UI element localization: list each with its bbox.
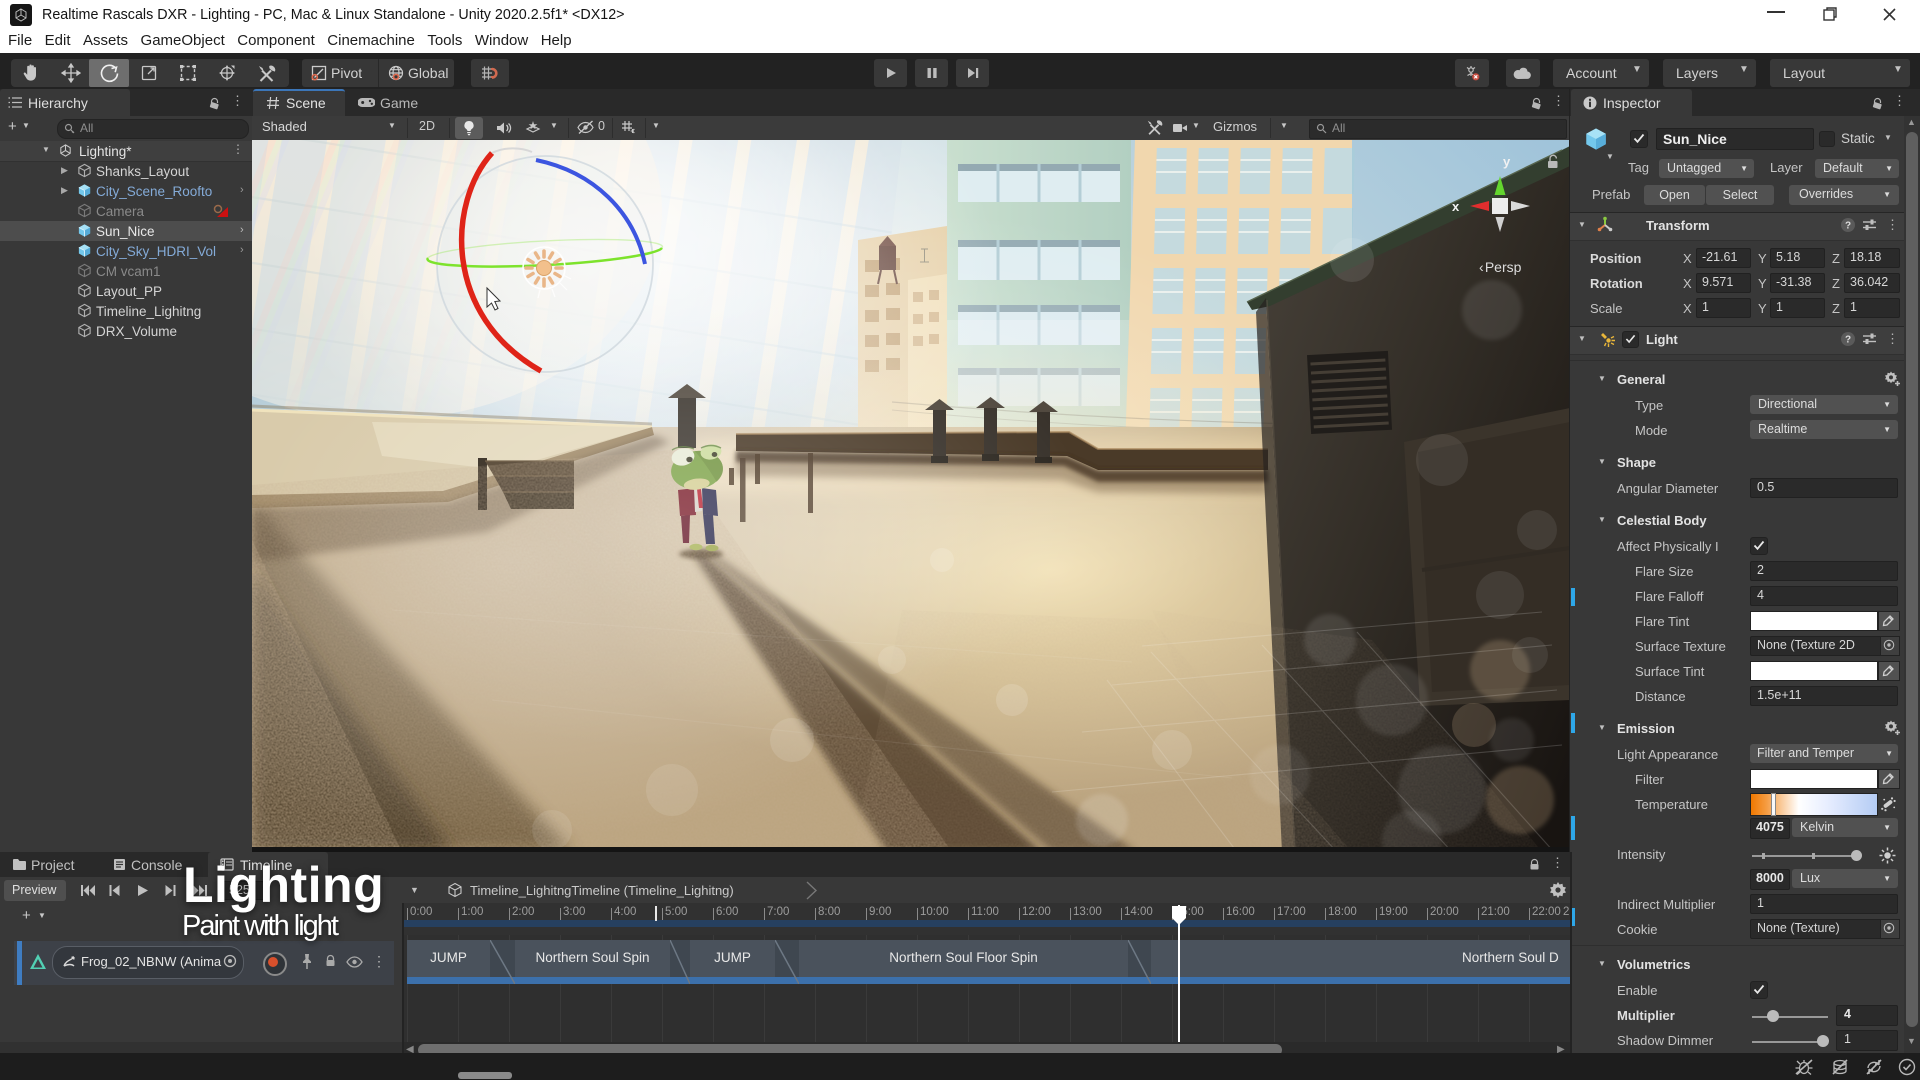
svg-text:‹ Persp: ‹ Persp — [1479, 259, 1522, 275]
svg-text:?: ? — [1845, 221, 1851, 232]
svg-text:x: x — [1452, 199, 1460, 214]
svg-text:?: ? — [1845, 335, 1851, 346]
svg-text:y: y — [1503, 154, 1511, 169]
